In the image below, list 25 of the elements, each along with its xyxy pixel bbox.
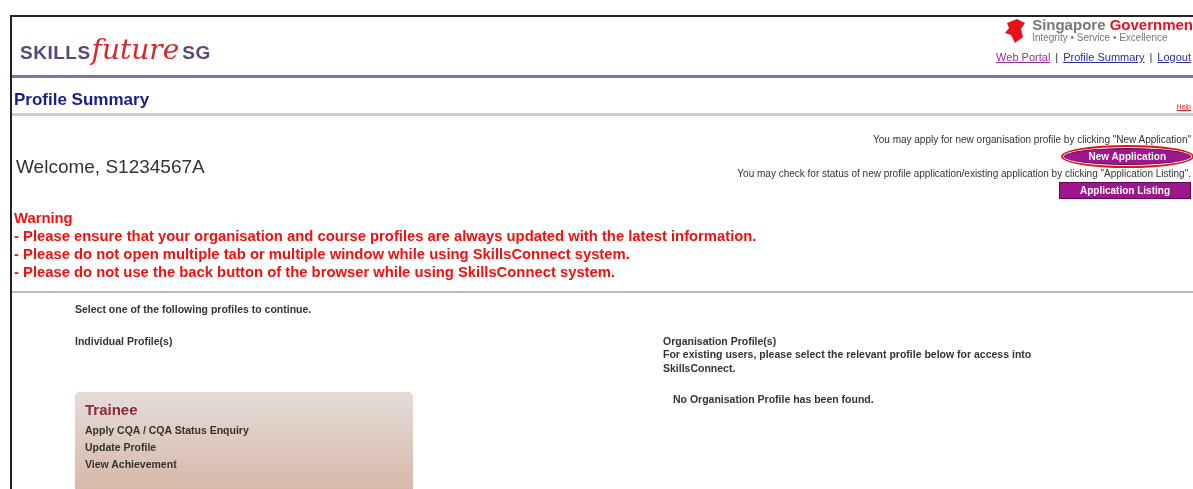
- warning-text: - Please ensure that your organisation and course profiles are always updated with the latest information.: [14, 227, 758, 245]
- action-button[interactable]: New Application: [1063, 148, 1191, 165]
- section-description: For existing users, please select the relevant profile below for access into SkillsConnect.: [663, 347, 1033, 375]
- nav-link[interactable]: Logout: [1157, 51, 1191, 63]
- empty-message: No Organisation Profile has been found.: [673, 393, 875, 405]
- warning-text: - Please do not open multiple tab or multiple window while using SkillsConnect system.: [14, 245, 631, 263]
- profile-link[interactable]: Apply CQA / CQA Status Enquiry: [85, 424, 403, 436]
- warning-text: - Please do not use the back button of the browser while using SkillsConnect system.: [14, 263, 617, 281]
- link-separator: |: [1055, 51, 1059, 63]
- nav-link[interactable]: Web Portal: [996, 51, 1051, 63]
- page-title: Profile Summary: [14, 90, 150, 110]
- instruction-text: Select one of the following profiles to continue.: [75, 303, 313, 315]
- nav-link[interactable]: Profile Summary: [1063, 51, 1145, 63]
- link-separator: |: [1149, 51, 1153, 63]
- profile-link[interactable]: View Achievement: [85, 458, 403, 470]
- action-button[interactable]: Application Listing: [1059, 182, 1191, 199]
- warning-title: Warning: [14, 209, 74, 227]
- instruction-note: You may apply for new organisation profile by clicking "New Application": [873, 134, 1191, 145]
- card-title: Trainee: [85, 401, 139, 418]
- section-heading: Individual Profile(s): [75, 335, 174, 347]
- profile-link[interactable]: Update Profile: [85, 441, 403, 453]
- instruction-note: You may check for status of new profile application/existing application by clicking "Application Listing".: [737, 168, 1191, 179]
- skillsfuture-logo: SKILLSfuture SG: [20, 32, 211, 66]
- welcome-message: Welcome, S1234567A: [16, 155, 205, 178]
- section-heading: Organisation Profile(s): [663, 335, 778, 347]
